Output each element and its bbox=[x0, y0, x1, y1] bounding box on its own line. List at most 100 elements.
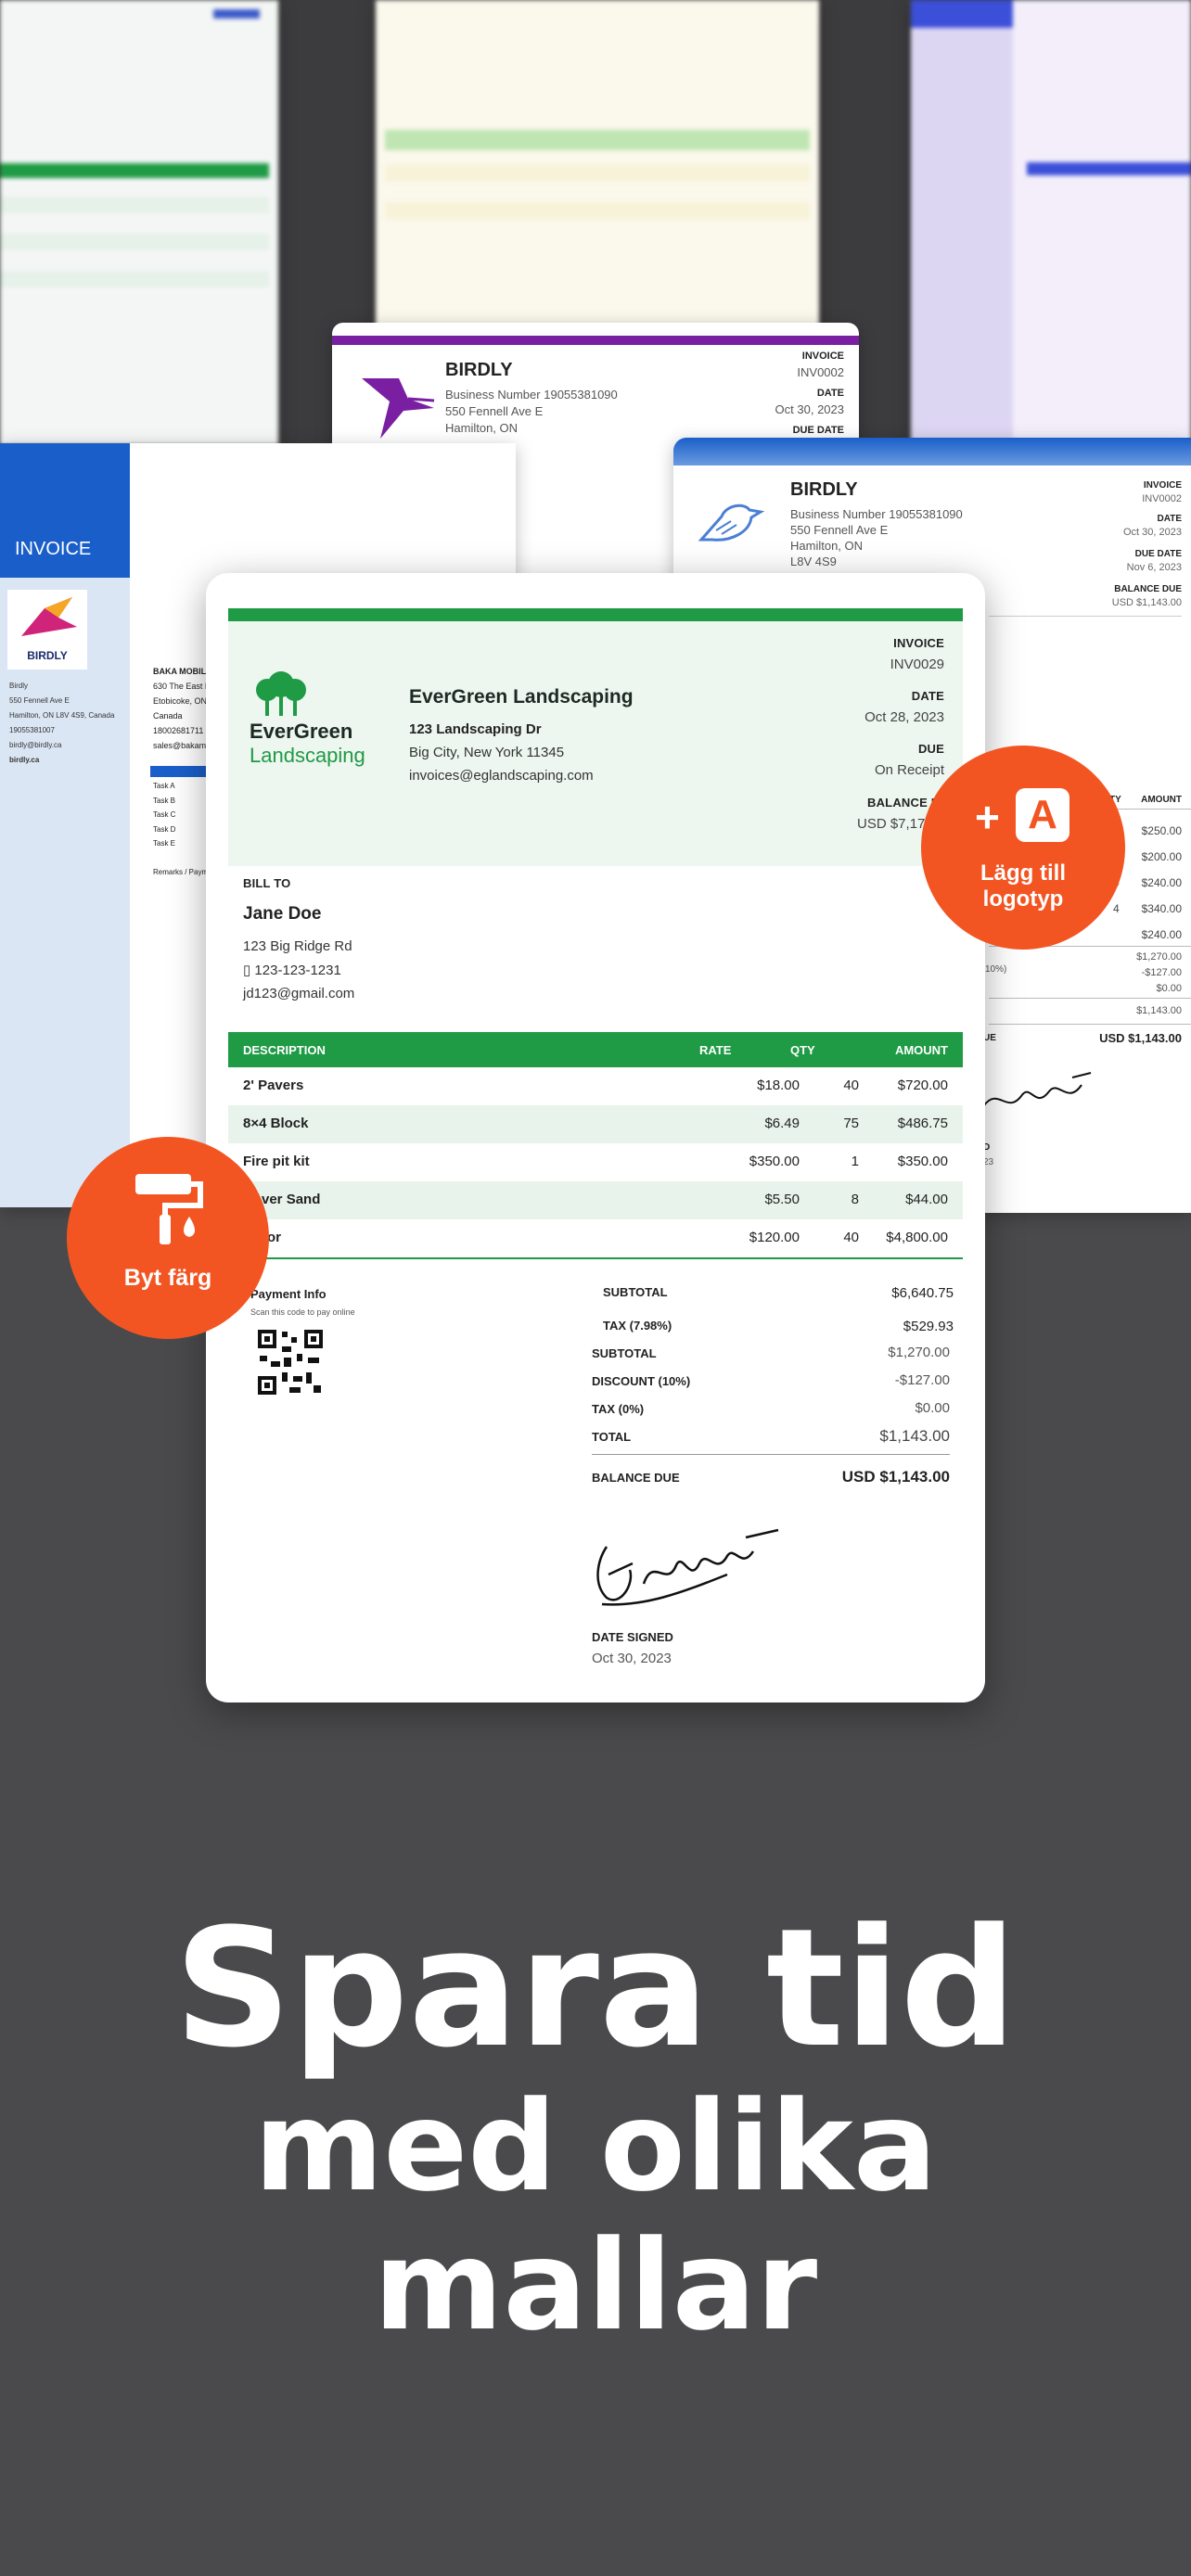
client-street: 123 Big Ridge Rd bbox=[243, 938, 352, 954]
bill-to-label: BILL TO bbox=[243, 876, 291, 890]
balance-due-value: USD $1,143.00 bbox=[1111, 597, 1182, 608]
discount-hint: 10%) bbox=[985, 964, 1007, 975]
invoice-number: INV0029 bbox=[890, 657, 944, 672]
discount-label: DISCOUNT (10%) bbox=[592, 1374, 691, 1388]
company-email: invoices@eglandscaping.com bbox=[409, 768, 594, 784]
discount-value: -$127.00 bbox=[894, 1372, 950, 1388]
col-description: DESCRIPTION bbox=[243, 1043, 326, 1057]
date-label: DATE bbox=[911, 689, 944, 703]
due-date-label: DUE DATE bbox=[792, 425, 844, 436]
headline-line1: Spara tid bbox=[173, 1894, 1018, 2084]
item-qty: 75 bbox=[843, 1116, 859, 1131]
table-row[interactable]: or $120.00 40 $4,800.00 bbox=[228, 1219, 963, 1257]
headline-line2: med olika bbox=[253, 2074, 938, 2219]
date-value: Oct 30, 2023 bbox=[775, 402, 844, 416]
item-rate: $18.00 bbox=[757, 1078, 800, 1093]
tax-value: $529.93 bbox=[903, 1319, 954, 1334]
col-qty: QTY bbox=[790, 1043, 815, 1057]
city-line: Hamilton, ON bbox=[445, 421, 519, 435]
task-item: Task E bbox=[153, 839, 176, 848]
client-email: jd123@gmail.com bbox=[243, 986, 355, 1001]
business-number-label: Business Number bbox=[790, 507, 886, 521]
item-qty: 40 bbox=[843, 1078, 859, 1093]
date-label: DATE bbox=[1157, 514, 1182, 524]
add-logo-label: Lägg till logotyp bbox=[980, 861, 1066, 912]
change-color-label: Byt färg bbox=[123, 1265, 212, 1291]
balance-due-value: USD $1,143.00 bbox=[1099, 1031, 1182, 1045]
logo-text: BIRDLY bbox=[27, 649, 68, 662]
phone-icon: ▯ bbox=[243, 963, 255, 978]
template-preview-left-blurred bbox=[0, 0, 278, 445]
date-label: DATE bbox=[816, 388, 844, 399]
table-row[interactable]: 8×4 Block $6.49 75 $486.75 bbox=[228, 1105, 963, 1143]
item-rate: $350.00 bbox=[749, 1154, 800, 1169]
balance-due-final-label: BALANCE DUE bbox=[592, 1471, 680, 1485]
table-row[interactable]: Fire pit kit $350.00 1 $350.00 bbox=[228, 1143, 963, 1181]
balance-due-label: BALANCE DUE bbox=[1114, 584, 1182, 594]
date-signed-value: Oct 30, 2023 bbox=[592, 1651, 672, 1666]
balance-due-final-value: USD $1,143.00 bbox=[841, 1468, 950, 1486]
city-line: Hamilton, ON bbox=[790, 539, 864, 553]
amount-column: $250.00 $200.00 $240.00 $340.00 $240.00 bbox=[1142, 818, 1182, 948]
total-cell: $0.00 bbox=[1156, 983, 1182, 994]
invoice-title: INVOICE bbox=[15, 539, 92, 559]
from-address2: Hamilton, ON L8V 4S9, Canada bbox=[9, 711, 115, 720]
signature-icon bbox=[983, 1072, 1092, 1106]
item-rate: $6.49 bbox=[764, 1116, 800, 1131]
due-date-value: Nov 6, 2023 bbox=[1126, 562, 1182, 573]
col-amount: AMOUNT bbox=[894, 1043, 948, 1057]
change-color-badge[interactable]: Byt färg bbox=[67, 1137, 269, 1339]
item-description: or bbox=[267, 1230, 281, 1245]
task-item: Task B bbox=[153, 796, 176, 805]
from-address1: 550 Fennell Ave E bbox=[9, 696, 70, 705]
from-email: birdly@birdly.ca bbox=[9, 741, 62, 749]
qr-code-icon[interactable] bbox=[256, 1328, 325, 1396]
company-street: 123 Landscaping Dr bbox=[409, 721, 542, 737]
from-phone: 19055381007 bbox=[9, 726, 55, 734]
client-phone: 123-123-1231 bbox=[254, 963, 341, 978]
table-row[interactable]: 2' Pavers $18.00 40 $720.00 bbox=[228, 1067, 963, 1105]
table-row[interactable]: ver Sand $5.50 8 $44.00 bbox=[228, 1181, 963, 1219]
task-item: Task C bbox=[153, 810, 176, 819]
headline-line3: mallar bbox=[373, 2213, 818, 2358]
amount-cell: $240.00 bbox=[1141, 876, 1182, 889]
task-item: Task A bbox=[153, 782, 175, 790]
business-number-label: Business Number bbox=[445, 388, 541, 402]
tax-label: TAX (7.98%) bbox=[603, 1319, 672, 1333]
add-logo-badge[interactable]: + A Lägg till logotyp bbox=[921, 746, 1125, 950]
remarks-label: Remarks / Paym bbox=[153, 868, 209, 876]
from-website: birdly.ca bbox=[9, 756, 40, 764]
item-description: ver Sand bbox=[262, 1192, 321, 1207]
invoice-label: INVOICE bbox=[1143, 480, 1182, 491]
total-cell: -$127.00 bbox=[1141, 967, 1182, 978]
date-value: Oct 28, 2023 bbox=[864, 709, 944, 725]
col-rate: RATE bbox=[699, 1043, 732, 1057]
totals-column: $1,270.00 -$127.00 $0.00 bbox=[1136, 950, 1182, 997]
amount-cell: $250.00 bbox=[1141, 824, 1182, 837]
due-label: DUE bbox=[917, 742, 944, 756]
subtotal2-value: $1,270.00 bbox=[888, 1345, 950, 1360]
invoice-number: INV0002 bbox=[797, 365, 844, 379]
item-description: 8×4 Block bbox=[243, 1116, 309, 1131]
amount-cell: $200.00 bbox=[1141, 850, 1182, 863]
date-signed-label: DATE SIGNED bbox=[592, 1630, 673, 1644]
company-name: BIRDLY bbox=[445, 360, 513, 380]
business-number: 19055381090 bbox=[889, 507, 963, 521]
balance-due-value: USD $7,170 bbox=[857, 816, 933, 832]
header-accent-bar bbox=[228, 608, 963, 621]
total-cell: $1,270.00 bbox=[1136, 951, 1182, 963]
template-preview-right-blurred bbox=[911, 0, 1191, 445]
item-amount: $4,800.00 bbox=[886, 1230, 948, 1245]
business-number: 19055381090 bbox=[544, 388, 618, 402]
items-table-header: DESCRIPTION RATE QTY AMOUNT bbox=[228, 1032, 963, 1067]
due-value: On Receipt bbox=[874, 762, 944, 778]
add-logo-icon: + A bbox=[975, 788, 1077, 848]
item-qty: 40 bbox=[843, 1230, 859, 1245]
item-amount: $44.00 bbox=[905, 1192, 948, 1207]
postal-code: L8V 4S9 bbox=[790, 555, 837, 568]
subtotal-value: $6,640.75 bbox=[891, 1285, 954, 1301]
invoice-template-main[interactable]: EverGreen Landscaping EverGreen Landscap… bbox=[206, 573, 985, 1702]
item-amount: $486.75 bbox=[897, 1116, 948, 1131]
item-rate: $120.00 bbox=[749, 1230, 800, 1245]
hummingbird-logo-icon bbox=[362, 378, 435, 439]
